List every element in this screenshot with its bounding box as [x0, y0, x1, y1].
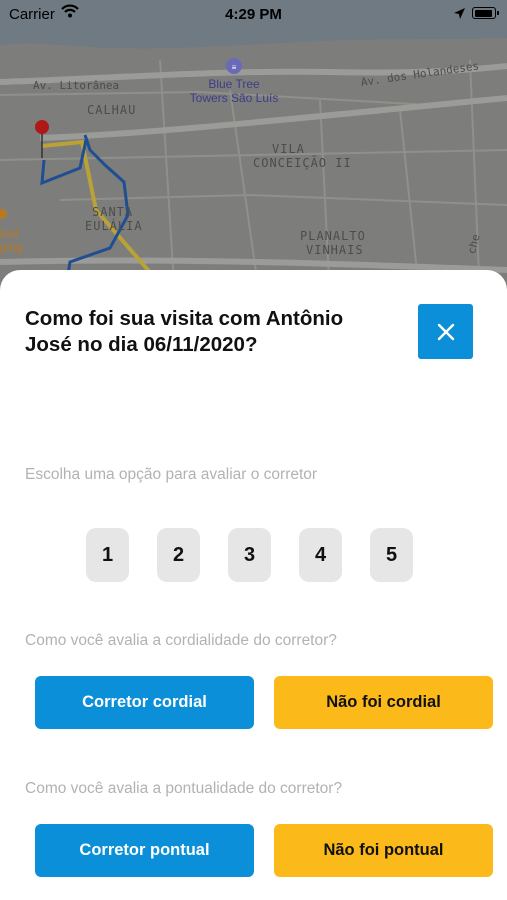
location-arrow-icon — [453, 7, 466, 24]
close-button[interactable] — [418, 304, 473, 359]
rating-options: 1 2 3 4 5 — [86, 528, 416, 582]
sheet-title: Como foi sua visita com Antônio José no … — [25, 307, 344, 356]
rating-option-1[interactable]: 1 — [86, 528, 129, 582]
rating-sheet: Como foi sua visita com Antônio José no … — [0, 270, 507, 900]
map-background[interactable]: ≡ Av. Litorânea CALHAU Av. dos Holandese… — [0, 0, 507, 300]
not-cordial-button[interactable]: Não foi cordial — [274, 676, 493, 729]
status-time: 4:29 PM — [225, 6, 282, 23]
battery-level — [474, 9, 492, 17]
battery-icon — [472, 7, 499, 19]
map-label-eulalia: EULÁLIA — [85, 219, 143, 233]
map-poi-left-line2: ping — [0, 240, 23, 254]
map-poi-left-label: ical ping — [0, 226, 23, 254]
map-label-santa: SANTA — [92, 205, 134, 219]
punctual-button[interactable]: Corretor pontual — [35, 824, 254, 877]
cordiality-label: Como você avalia a cordialidade do corre… — [25, 632, 337, 649]
rating-label: Escolha uma opção para avaliar o correto… — [25, 466, 318, 483]
svg-text:≡: ≡ — [232, 63, 237, 72]
map-label-calhau: CALHAU — [87, 103, 137, 117]
rating-option-3[interactable]: 3 — [228, 528, 271, 582]
status-bar: Carrier 4:29 PM — [0, 0, 507, 28]
rating-option-4[interactable]: 4 — [299, 528, 342, 582]
map-label-planalto: PLANALTO — [300, 229, 366, 243]
map-poi-left-line1: ical — [0, 226, 19, 240]
rating-option-5[interactable]: 5 — [370, 528, 413, 582]
close-icon — [437, 323, 454, 340]
punctuality-label: Como você avalia a pontualidade do corre… — [25, 780, 343, 797]
cordial-button[interactable]: Corretor cordial — [35, 676, 254, 729]
map-poi-name-line1: Blue Tree — [208, 77, 260, 91]
map-label-conceicao: CONCEIÇÃO II — [253, 156, 352, 170]
map-label-litoranea: Av. Litorânea — [33, 79, 120, 92]
map-poi-label: Blue Tree Towers São Luís — [184, 77, 284, 105]
map-label-vinhais: VINHAIS — [306, 243, 364, 257]
map-poi-name-line2: Towers São Luís — [189, 91, 279, 105]
rating-option-2[interactable]: 2 — [157, 528, 200, 582]
map-label-vila: VILA — [272, 142, 305, 156]
map-graphics: ≡ — [0, 0, 507, 300]
not-punctual-button[interactable]: Não foi pontual — [274, 824, 493, 877]
